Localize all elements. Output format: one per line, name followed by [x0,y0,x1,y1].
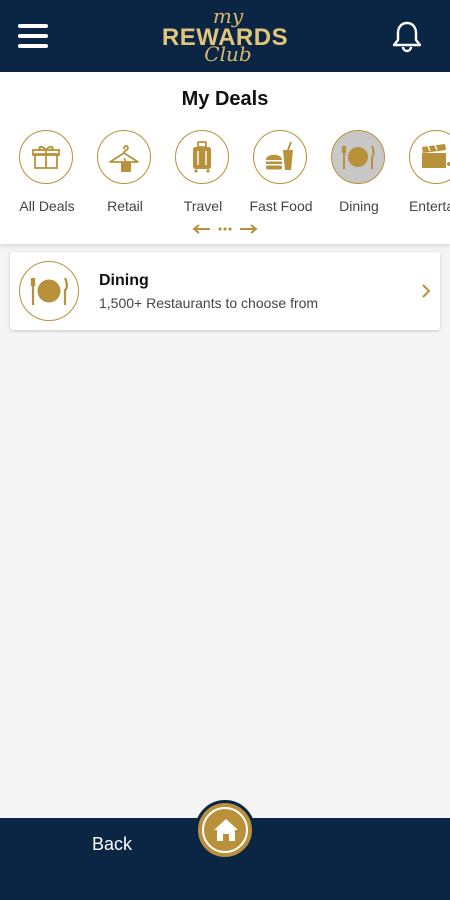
category-label: All Deals [19,198,75,214]
category-all-deals[interactable]: All Deals [8,130,86,220]
category-label: Travel [183,198,223,214]
back-button[interactable]: Back [92,834,132,855]
burger-drink-icon [253,130,307,184]
deal-title: Dining [99,272,149,289]
page-title: My Deals [181,88,269,110]
deal-subtitle: 1,500+ Restaurants to choose from [99,295,319,311]
deal-card-dining[interactable]: Dining 1,500+ Restaurants to choose from [10,252,440,330]
home-button[interactable] [195,800,255,860]
app-logo: my REWARDS Club [150,4,300,68]
category-label: Entertain [408,198,450,214]
suitcase-icon [175,130,229,184]
logo-club: Club [204,42,252,66]
hanger-tag-icon [97,130,151,184]
category-fast-food[interactable]: Fast Food [242,130,320,220]
hamburger-menu-icon[interactable] [18,24,48,48]
category-label: Dining [339,198,379,214]
plate-cutlery-icon [331,130,385,184]
category-entertainment[interactable]: Entertain [398,130,450,220]
plate-cutlery-icon [19,261,79,321]
bell-icon[interactable] [389,18,425,54]
home-icon [202,807,248,853]
clapperboard-icon [409,130,450,184]
gift-icon [19,130,73,184]
category-retail[interactable]: Retail [86,130,164,220]
category-dining[interactable]: Dining [320,130,398,220]
scroll-arrows-icon [192,222,258,236]
category-travel[interactable]: Travel [164,130,242,220]
category-label: Fast Food [249,198,313,214]
category-label: Retail [107,198,143,214]
chevron-right-icon [420,282,432,300]
